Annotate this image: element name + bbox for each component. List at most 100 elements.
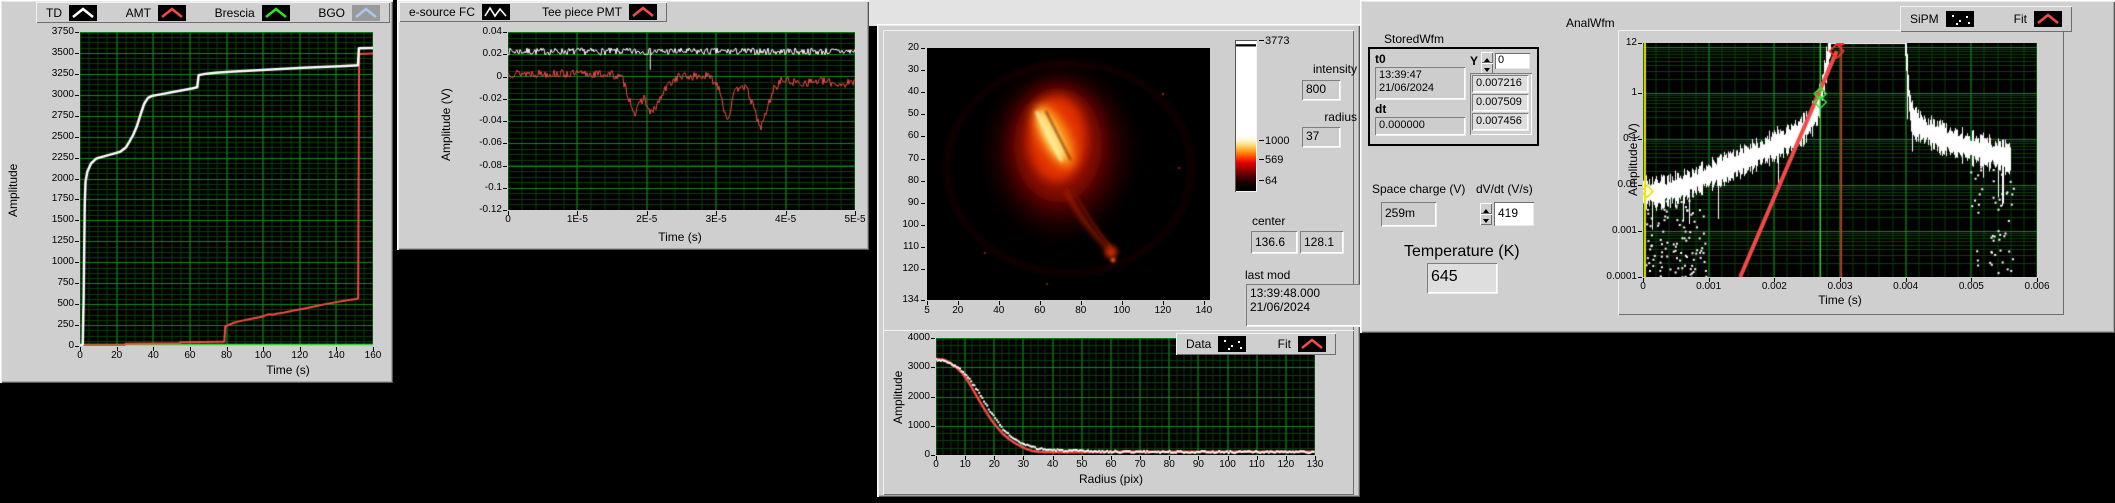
intensity-colorbar[interactable] xyxy=(1235,40,1257,192)
plot-style-icon[interactable] xyxy=(482,4,511,20)
counts-y-axis-label: Amplitude xyxy=(6,163,20,217)
legend-item-sipm[interactable]: SiPM xyxy=(1910,11,1974,27)
legend-item-fit[interactable]: Fit xyxy=(1278,336,1326,352)
beam-image-graph: 20 30 40 50 60 70 80 90 100 110 120 134 5 20 40 60 80 100… xyxy=(883,30,1364,333)
plot-style-icon[interactable] xyxy=(2034,11,2062,27)
axis-tick-mark xyxy=(75,346,79,347)
colorbar-tick-label: 1000 xyxy=(1265,135,1290,147)
legend-item-bgo[interactable]: BGO xyxy=(318,4,380,21)
axis-tick-mark xyxy=(80,347,81,351)
axis-tick-mark xyxy=(75,199,79,201)
axis-tick-label: 250 xyxy=(57,319,74,331)
axis-tick-mark xyxy=(931,396,935,398)
legend-label: TD xyxy=(46,5,62,20)
axis-tick-mark xyxy=(75,115,79,117)
legend-item-tee-piece-pmt[interactable]: Tee piece PMT xyxy=(542,4,657,20)
axis-tick-label: 130 xyxy=(1306,459,1324,470)
plot-style-icon[interactable] xyxy=(352,4,380,21)
legend-item-data[interactable]: Data xyxy=(1186,336,1247,352)
legend-label: Fit xyxy=(1277,337,1291,351)
legend-item-td[interactable]: TD xyxy=(46,4,97,21)
axis-tick-mark xyxy=(75,178,79,180)
plot-style-icon[interactable] xyxy=(1218,336,1247,352)
radius-control[interactable]: 37 xyxy=(1302,127,1340,147)
axis-tick-label: 0.0001 xyxy=(1606,271,1637,282)
axis-tick-mark xyxy=(1638,230,1642,232)
waveform-panel: StoredWfm t0 13:39:47 21/06/2024 dt 0.00… xyxy=(1360,0,2115,333)
axis-tick-label: 0.003 xyxy=(1827,281,1853,292)
plot-style-icon[interactable] xyxy=(1298,336,1326,352)
axis-tick-mark xyxy=(855,211,856,215)
pmt-graph-legend[interactable]: e-source FC Tee piece PMT xyxy=(399,2,667,22)
axis-tick-mark xyxy=(153,347,155,351)
axis-tick-mark xyxy=(921,180,925,182)
legend-label: AMT xyxy=(125,5,151,20)
axis-tick-mark xyxy=(1643,278,1644,282)
legend-item-fit[interactable]: Fit xyxy=(2014,11,2062,27)
axis-tick-mark xyxy=(921,48,925,49)
axis-tick-mark xyxy=(931,425,935,427)
plot-style-icon[interactable] xyxy=(629,4,657,20)
axis-tick-mark xyxy=(189,347,191,351)
center-label: center xyxy=(1252,214,1286,228)
plot-style-icon[interactable] xyxy=(261,4,290,21)
axis-tick-mark xyxy=(646,211,648,215)
legend-label: BGO xyxy=(318,5,345,20)
axis-tick-mark xyxy=(921,158,925,160)
axis-tick-mark xyxy=(957,301,959,305)
axis-tick-mark xyxy=(503,121,507,122)
axis-tick-mark xyxy=(503,187,507,189)
legend-item-brescia[interactable]: Brescia xyxy=(215,4,290,21)
legend-item-e-source-fc[interactable]: e-source FC xyxy=(409,4,511,20)
axis-tick-label: 0 xyxy=(505,214,511,225)
plot-style-icon[interactable] xyxy=(69,4,97,21)
axis-tick-label: 2500 xyxy=(51,130,74,142)
counts-graph-panel: TD AMT Brescia BGO Amplitude Time (s) 0 20 40… xyxy=(0,0,393,383)
axis-tick-mark xyxy=(931,455,935,456)
colorbar-tick-mark xyxy=(1259,180,1264,181)
radius-label: radius xyxy=(1324,110,1357,124)
axis-tick-mark xyxy=(1638,92,1642,94)
legend-item-amt[interactable]: AMT xyxy=(125,4,186,21)
axis-tick-mark xyxy=(1638,277,1642,278)
counts-plot-area xyxy=(80,32,373,346)
axis-tick-mark xyxy=(503,54,507,56)
axis-tick-mark xyxy=(503,98,507,100)
colorbar-tick-label: 3773 xyxy=(1265,35,1290,47)
counts-graph-legend[interactable]: TD AMT Brescia BGO xyxy=(36,2,390,23)
beam-panel: 20 30 40 50 60 70 80 90 100 110 120 134 5 20 40 60 80 100… xyxy=(877,24,1364,497)
axis-tick-mark xyxy=(75,157,79,159)
axis-tick-mark xyxy=(921,269,925,271)
plot-style-icon[interactable] xyxy=(158,4,186,21)
axis-tick-mark xyxy=(336,347,338,351)
colorbar-tick-mark xyxy=(1259,40,1264,41)
axis-tick-label: 0.001 xyxy=(1611,224,1637,236)
axis-tick-label: 5E-5 xyxy=(844,214,866,225)
counts-x-axis-label: Time (s) xyxy=(266,363,310,377)
axis-tick-mark xyxy=(75,283,79,285)
axis-tick-mark xyxy=(503,210,507,211)
axis-tick-label: 1000 xyxy=(51,256,74,268)
axis-tick-label: 20 xyxy=(907,42,919,53)
axis-tick-label: 120 xyxy=(902,263,919,275)
axis-tick-label: 4000 xyxy=(907,332,930,343)
axis-tick-mark xyxy=(931,338,935,339)
axis-tick-mark xyxy=(75,52,79,54)
axis-tick-label: 50 xyxy=(907,108,919,120)
plot-style-icon[interactable] xyxy=(1945,11,1974,27)
axis-tick-mark xyxy=(716,211,718,215)
axis-tick-label: 160 xyxy=(364,350,382,361)
axis-tick-mark xyxy=(503,165,507,167)
anal-wfm-legend[interactable]: SiPM Fit xyxy=(1900,6,2072,32)
axis-tick-mark xyxy=(921,136,925,138)
anal-plot-area xyxy=(1643,43,2037,277)
axis-tick-label: -0.12 xyxy=(479,204,502,215)
axis-tick-label: 1750 xyxy=(51,193,74,205)
axis-tick-label: 0 xyxy=(496,70,502,82)
axis-tick-mark xyxy=(931,367,935,369)
axis-tick-label: 2000 xyxy=(907,390,930,402)
axis-tick-label: 3500 xyxy=(51,46,74,58)
intensity-control[interactable]: 800 xyxy=(1302,80,1340,100)
radial-graph-legend[interactable]: Data Fit xyxy=(1176,333,1336,355)
axis-tick-label: 120 xyxy=(1154,305,1172,316)
